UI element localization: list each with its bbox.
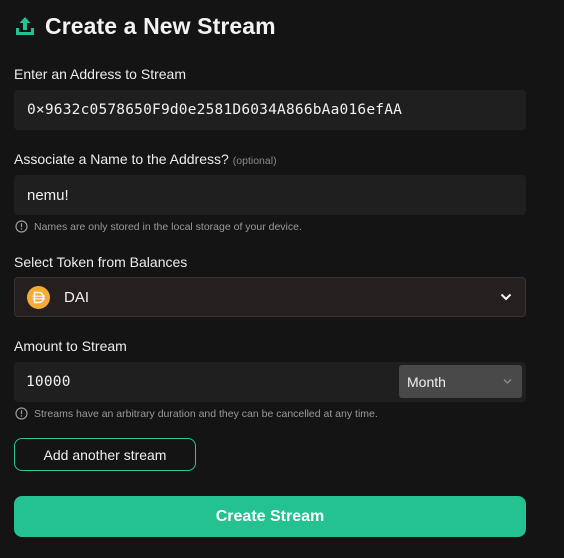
- chevron-down-icon: [500, 293, 512, 301]
- page-title: Create a New Stream: [45, 12, 276, 39]
- chevron-down-icon: [503, 379, 512, 384]
- token-select[interactable]: DAI: [14, 277, 526, 317]
- period-select[interactable]: Month: [399, 365, 522, 398]
- token-selected: DAI: [64, 288, 90, 306]
- upload-stream-icon: [16, 17, 34, 35]
- address-value: 0×9632c0578650F9d0e2581D6034A866bAa016ef…: [27, 102, 403, 118]
- create-stream-button[interactable]: Create Stream: [14, 496, 526, 537]
- optional-tag: (optional): [232, 155, 277, 167]
- amount-hint: Streams have an arbitrary duration and t…: [15, 407, 378, 420]
- name-input[interactable]: nemu!: [14, 175, 526, 215]
- amount-label: Amount to Stream: [14, 338, 127, 354]
- info-icon: [15, 407, 28, 420]
- name-hint-text: Names are only stored in the local stora…: [34, 220, 302, 233]
- info-icon: [15, 220, 28, 233]
- name-hint: Names are only stored in the local stora…: [15, 220, 302, 233]
- header: Create a New Stream: [14, 11, 276, 41]
- name-value: nemu!: [27, 186, 69, 204]
- name-label: Associate a Name to the Address? (optiona…: [14, 151, 277, 167]
- dai-token-icon: [27, 285, 50, 309]
- create-stream-form: Create a New Stream Enter an Address to …: [0, 0, 564, 558]
- amount-hint-text: Streams have an arbitrary duration and t…: [34, 407, 378, 420]
- address-input[interactable]: 0×9632c0578650F9d0e2581D6034A866bAa016ef…: [14, 90, 526, 130]
- amount-value: 10000: [26, 374, 71, 390]
- add-another-stream-button[interactable]: Add another stream: [14, 438, 196, 471]
- address-label: Enter an Address to Stream: [14, 66, 186, 82]
- period-selected: Month: [407, 373, 446, 390]
- token-label: Select Token from Balances: [14, 254, 188, 270]
- name-label-text: Associate a Name to the Address?: [14, 151, 229, 167]
- amount-input[interactable]: 10000 Month: [14, 362, 526, 402]
